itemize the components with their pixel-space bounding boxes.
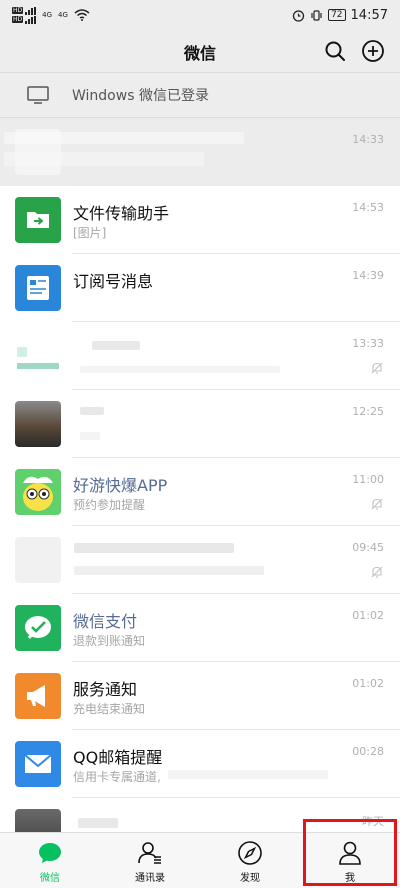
mute-bell-icon	[371, 498, 383, 510]
tab-label: 微信	[40, 873, 60, 884]
status-indicators: HD HD 4G 4G	[12, 6, 90, 24]
chat-item-haoyou[interactable]: 好游快爆APP 预约参加提醒 11:00	[0, 458, 400, 526]
alarm-icon	[292, 9, 305, 22]
title-bar: 微信	[0, 30, 400, 72]
chat-time: 11:00	[352, 473, 384, 486]
wifi-icon	[74, 9, 90, 21]
chat-time: 01:02	[352, 677, 384, 690]
chat-item-pinned[interactable]: 14:33	[0, 118, 400, 186]
wechat-pay-icon	[25, 616, 51, 639]
tab-chats[interactable]: 微信	[0, 833, 100, 888]
chat-time: 昨天	[362, 815, 384, 828]
mute-bell-icon	[371, 566, 383, 578]
chat-bubble-icon	[39, 843, 61, 863]
tab-label: 我	[345, 873, 355, 884]
chat-time: 00:28	[352, 745, 384, 758]
wechat-pay-avatar	[15, 605, 61, 651]
sim2-badge: HD	[12, 16, 24, 23]
bottom-tab-bar: 微信 通讯录 发现 我	[0, 832, 400, 888]
mute-bell-icon	[371, 362, 383, 374]
megaphone-icon	[27, 685, 45, 707]
desktop-login-banner[interactable]: Windows 微信已登录	[0, 72, 400, 118]
clock: 14:57	[350, 7, 388, 23]
status-right: 72 14:57	[292, 8, 388, 23]
chat-time: 01:02	[352, 609, 384, 622]
folder-arrow-icon	[27, 212, 49, 228]
chat-item-photo[interactable]: 12:25	[0, 390, 400, 458]
mail-avatar	[15, 741, 61, 787]
chat-item-blurred[interactable]: 13:33	[0, 322, 400, 390]
chat-item-qq-mail[interactable]: QQ邮箱提醒 信用卡专属通道, 00:28	[0, 730, 400, 798]
tab-contacts[interactable]: 通讯录	[100, 833, 200, 888]
chat-item-file-transfer[interactable]: 文件传输助手 [图片] 14:53	[0, 186, 400, 254]
chat-list: 14:33 文件传输助手 [图片] 14:53 订阅号消息 14:39 13:3…	[0, 118, 400, 866]
signal-icon	[25, 6, 37, 15]
chat-time: 14:33	[352, 133, 384, 146]
chat-preview: 充电结束通知	[73, 702, 146, 716]
tab-discover[interactable]: 发现	[200, 833, 300, 888]
plus-circle-icon[interactable]	[360, 38, 386, 64]
chat-name: 订阅号消息	[73, 272, 154, 291]
chat-preview: 预约参加提醒	[73, 498, 146, 512]
desktop-login-text: Windows 微信已登录	[72, 88, 209, 104]
chat-name: 服务通知	[73, 680, 138, 699]
battery-indicator: 72	[328, 9, 346, 21]
tab-me[interactable]: 我	[300, 833, 400, 888]
cartoon-character-icon	[23, 476, 53, 511]
chat-time: 09:45	[352, 541, 384, 554]
compass-icon	[238, 841, 262, 865]
chat-preview: 信用卡专属通道,	[73, 770, 161, 784]
tab-label: 发现	[240, 873, 260, 884]
cartoon-avatar	[15, 469, 61, 515]
chat-item-service[interactable]: 服务通知 充电结束通知 01:02	[0, 662, 400, 730]
chat-item-wechat-pay[interactable]: 微信支付 退款到账通知 01:02	[0, 594, 400, 662]
envelope-icon	[24, 754, 52, 773]
network-label: 4G	[42, 11, 53, 19]
chat-time: 14:39	[352, 269, 384, 282]
chat-item-group[interactable]: 09:45	[0, 526, 400, 594]
document-icon	[27, 276, 49, 300]
person-icon	[339, 841, 361, 865]
file-transfer-avatar	[15, 197, 61, 243]
chat-name: 微信支付	[73, 612, 138, 631]
photo-avatar	[15, 401, 61, 447]
sim1-badge: HD	[12, 7, 24, 14]
monitor-icon	[27, 86, 49, 104]
status-bar: HD HD 4G 4G 72 14:57	[0, 0, 400, 30]
vibrate-icon	[311, 9, 322, 21]
network-label: 4G	[58, 11, 68, 19]
contacts-icon	[138, 842, 161, 864]
chat-name: 好游快爆APP	[73, 476, 168, 495]
search-icon[interactable]	[322, 38, 348, 64]
group-avatar	[15, 537, 61, 583]
chat-item-subscription[interactable]: 订阅号消息 14:39	[0, 254, 400, 322]
chat-time: 12:25	[352, 405, 384, 418]
chat-name: QQ邮箱提醒	[73, 748, 163, 767]
subscription-avatar	[15, 265, 61, 311]
chat-preview: 退款到账通知	[73, 634, 146, 648]
chat-time: 14:53	[352, 201, 384, 214]
signal-icon	[25, 15, 37, 24]
chat-preview: [图片]	[73, 226, 107, 240]
chat-name: 文件传输助手	[73, 204, 170, 223]
service-avatar	[15, 673, 61, 719]
avatar	[15, 333, 61, 379]
chat-time: 13:33	[352, 337, 384, 350]
sim-indicators: HD HD	[12, 6, 37, 24]
tab-label: 通讯录	[135, 873, 165, 884]
